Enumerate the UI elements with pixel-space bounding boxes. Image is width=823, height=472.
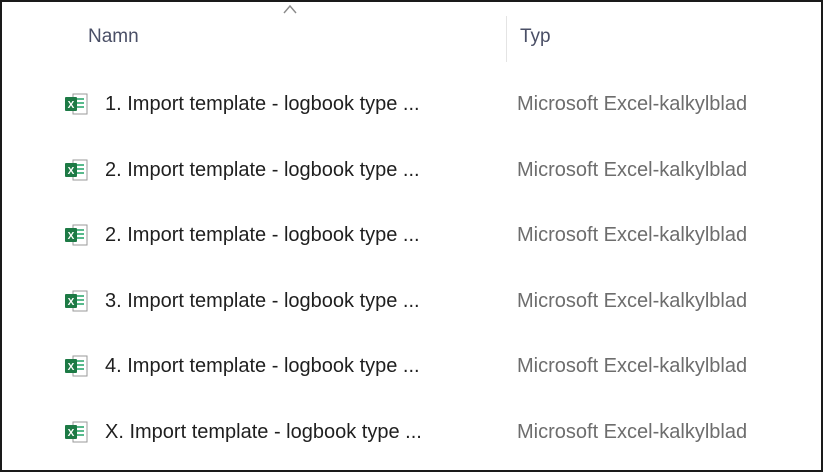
file-row[interactable]: X 1. Import template - logbook type ... … <box>2 73 821 139</box>
column-header-name[interactable]: Namn <box>88 26 139 48</box>
file-type: Microsoft Excel-kalkylblad <box>517 158 748 181</box>
file-explorer-list: Namn Typ X 1. Import template - logbook … <box>0 0 823 472</box>
excel-file-icon: X <box>65 290 88 311</box>
file-row[interactable]: X 3. Import template - logbook type ... … <box>2 270 821 336</box>
column-divider[interactable] <box>506 16 507 62</box>
file-name[interactable]: 2. Import template - logbook type ... <box>105 159 420 182</box>
svg-text:X: X <box>68 428 75 439</box>
file-name[interactable]: 2. Import template - logbook type ... <box>105 224 420 247</box>
file-name[interactable]: 3. Import template - logbook type ... <box>105 290 420 313</box>
file-name[interactable]: 4. Import template - logbook type ... <box>105 355 420 378</box>
file-type: Microsoft Excel-kalkylblad <box>517 289 748 312</box>
svg-text:X: X <box>68 100 75 111</box>
svg-text:X: X <box>68 297 75 308</box>
file-list: X 1. Import template - logbook type ... … <box>2 73 821 466</box>
file-row[interactable]: X 2. Import template - logbook type ... … <box>2 204 821 270</box>
file-type: Microsoft Excel-kalkylblad <box>517 224 748 246</box>
excel-file-icon: X <box>65 355 88 377</box>
column-header-type[interactable]: Typ <box>520 26 551 48</box>
chevron-up-icon <box>283 4 297 14</box>
file-row[interactable]: X 4. Import template - logbook type ... … <box>2 335 821 401</box>
column-header-bar: Namn Typ <box>2 2 821 80</box>
excel-file-icon: X <box>65 421 88 442</box>
file-name[interactable]: 1. Import template - logbook type ... <box>105 93 420 116</box>
excel-file-icon: X <box>65 224 88 246</box>
file-type: Microsoft Excel-kalkylblad <box>517 420 748 443</box>
file-row[interactable]: X X. Import template - logbook type ... … <box>2 401 821 467</box>
file-type: Microsoft Excel-kalkylblad <box>517 355 748 377</box>
excel-file-icon: X <box>65 159 88 180</box>
svg-text:X: X <box>68 231 75 242</box>
svg-text:X: X <box>68 166 75 177</box>
file-name[interactable]: X. Import template - logbook type ... <box>105 421 422 444</box>
svg-text:X: X <box>68 362 75 373</box>
file-type: Microsoft Excel-kalkylblad <box>517 93 748 115</box>
file-row[interactable]: X 2. Import template - logbook type ... … <box>2 139 821 205</box>
excel-file-icon: X <box>65 93 88 115</box>
